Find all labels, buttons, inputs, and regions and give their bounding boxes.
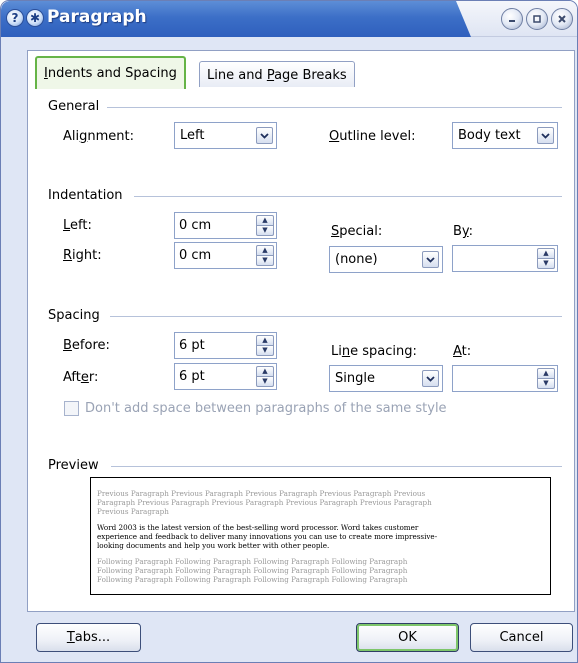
ok-button[interactable]: OK — [356, 623, 459, 652]
special-value: (none) — [335, 252, 378, 267]
line-spacing-select[interactable]: Single — [329, 365, 443, 392]
by-label: By: — [453, 224, 474, 239]
before-spinner[interactable]: 6 pt ▲ ▼ — [174, 332, 277, 359]
tabs-button[interactable]: Tabs... — [36, 623, 141, 652]
after-spinner[interactable]: 6 pt ▲ ▼ — [174, 363, 277, 390]
spin-up-icon[interactable]: ▲ — [256, 366, 274, 377]
alignment-value: Left — [180, 128, 205, 143]
at-spinner[interactable]: ▲ ▼ — [452, 365, 558, 392]
spin-down-icon[interactable]: ▼ — [537, 259, 555, 269]
help-icon[interactable]: ? — [6, 9, 24, 27]
maximize-icon[interactable] — [526, 8, 548, 30]
tab-label: age Breaks — [274, 68, 347, 83]
spin-up-icon[interactable]: ▲ — [256, 335, 274, 346]
alignment-select[interactable]: Left — [174, 122, 277, 149]
spin-up-icon[interactable]: ▲ — [537, 248, 555, 259]
at-label: At: — [453, 344, 472, 359]
right-indent-value: 0 cm — [179, 248, 212, 263]
line-spacing-value: Single — [335, 371, 375, 386]
preview-section-label: Preview — [48, 458, 99, 473]
line-spacing-label: Line spacing: — [331, 344, 417, 359]
indentation-separator — [134, 196, 562, 197]
spin-up-icon[interactable]: ▲ — [256, 245, 274, 256]
preview-following-line: Following Paragraph Following Paragraph … — [97, 575, 408, 584]
before-label: Before: — [63, 338, 110, 353]
spacing-separator — [110, 316, 562, 317]
left-indent-spinner[interactable]: 0 cm ▲ ▼ — [174, 212, 277, 239]
title-bar[interactable]: ? ✱ Paragraph — [1, 1, 577, 37]
general-section-label: General — [48, 99, 100, 114]
outline-level-label: Outline level: — [329, 129, 416, 144]
window-title: Paragraph — [47, 7, 147, 27]
outline-level-select[interactable]: Body text — [452, 122, 558, 149]
dropdown-arrow-icon[interactable] — [422, 251, 439, 268]
left-indent-label: Left: — [63, 218, 92, 233]
tab-label: Line and — [207, 68, 267, 83]
tab-indents-and-spacing[interactable]: Indents and Spacing — [35, 56, 186, 89]
preview-sample-line: looking documents and help you work bett… — [97, 541, 330, 550]
right-indent-spinner[interactable]: 0 cm ▲ ▼ — [174, 242, 277, 269]
outline-level-value: Body text — [458, 128, 521, 143]
spin-down-icon[interactable]: ▼ — [256, 346, 274, 356]
after-label: After: — [63, 370, 99, 385]
dont-add-space-checkbox[interactable] — [64, 401, 79, 416]
special-label: Special: — [331, 224, 383, 239]
paragraph-dialog: ? ✱ Paragraph Indents and Spacing Line a… — [0, 0, 578, 663]
alignment-label: Alignment: — [63, 129, 135, 144]
before-value: 6 pt — [179, 338, 205, 353]
special-select[interactable]: (none) — [329, 246, 443, 273]
by-spinner[interactable]: ▲ ▼ — [452, 245, 558, 272]
dropdown-arrow-icon[interactable] — [256, 127, 273, 144]
pin-icon[interactable]: ✱ — [26, 9, 44, 27]
after-value: 6 pt — [179, 369, 205, 384]
dont-add-space-label: Don't add space between paragraphs of th… — [85, 401, 447, 416]
preview-separator — [111, 466, 562, 467]
right-indent-label: Right: — [63, 248, 102, 263]
spin-down-icon[interactable]: ▼ — [537, 379, 555, 389]
left-indent-value: 0 cm — [179, 218, 212, 233]
dropdown-arrow-icon[interactable] — [422, 370, 439, 387]
tab-label: ndents and Spacing — [47, 66, 177, 81]
spin-down-icon[interactable]: ▼ — [256, 226, 274, 236]
preview-pane: Previous Paragraph Previous Paragraph Pr… — [90, 477, 551, 595]
spin-up-icon[interactable]: ▲ — [537, 368, 555, 379]
spin-down-icon[interactable]: ▼ — [256, 377, 274, 387]
tab-line-and-page-breaks[interactable]: Line and Page Breaks — [199, 61, 355, 87]
spin-up-icon[interactable]: ▲ — [256, 215, 274, 226]
tab-label-accesskey: P — [266, 68, 275, 83]
dropdown-arrow-icon[interactable] — [537, 127, 554, 144]
spacing-section-label: Spacing — [48, 308, 100, 323]
indentation-section-label: Indentation — [48, 188, 123, 203]
minimize-icon[interactable] — [501, 8, 523, 30]
cancel-button[interactable]: Cancel — [470, 623, 573, 652]
general-separator — [107, 107, 562, 108]
close-icon[interactable] — [551, 8, 573, 30]
spin-down-icon[interactable]: ▼ — [256, 256, 274, 266]
preview-previous-line: Previous Paragraph — [97, 507, 169, 516]
